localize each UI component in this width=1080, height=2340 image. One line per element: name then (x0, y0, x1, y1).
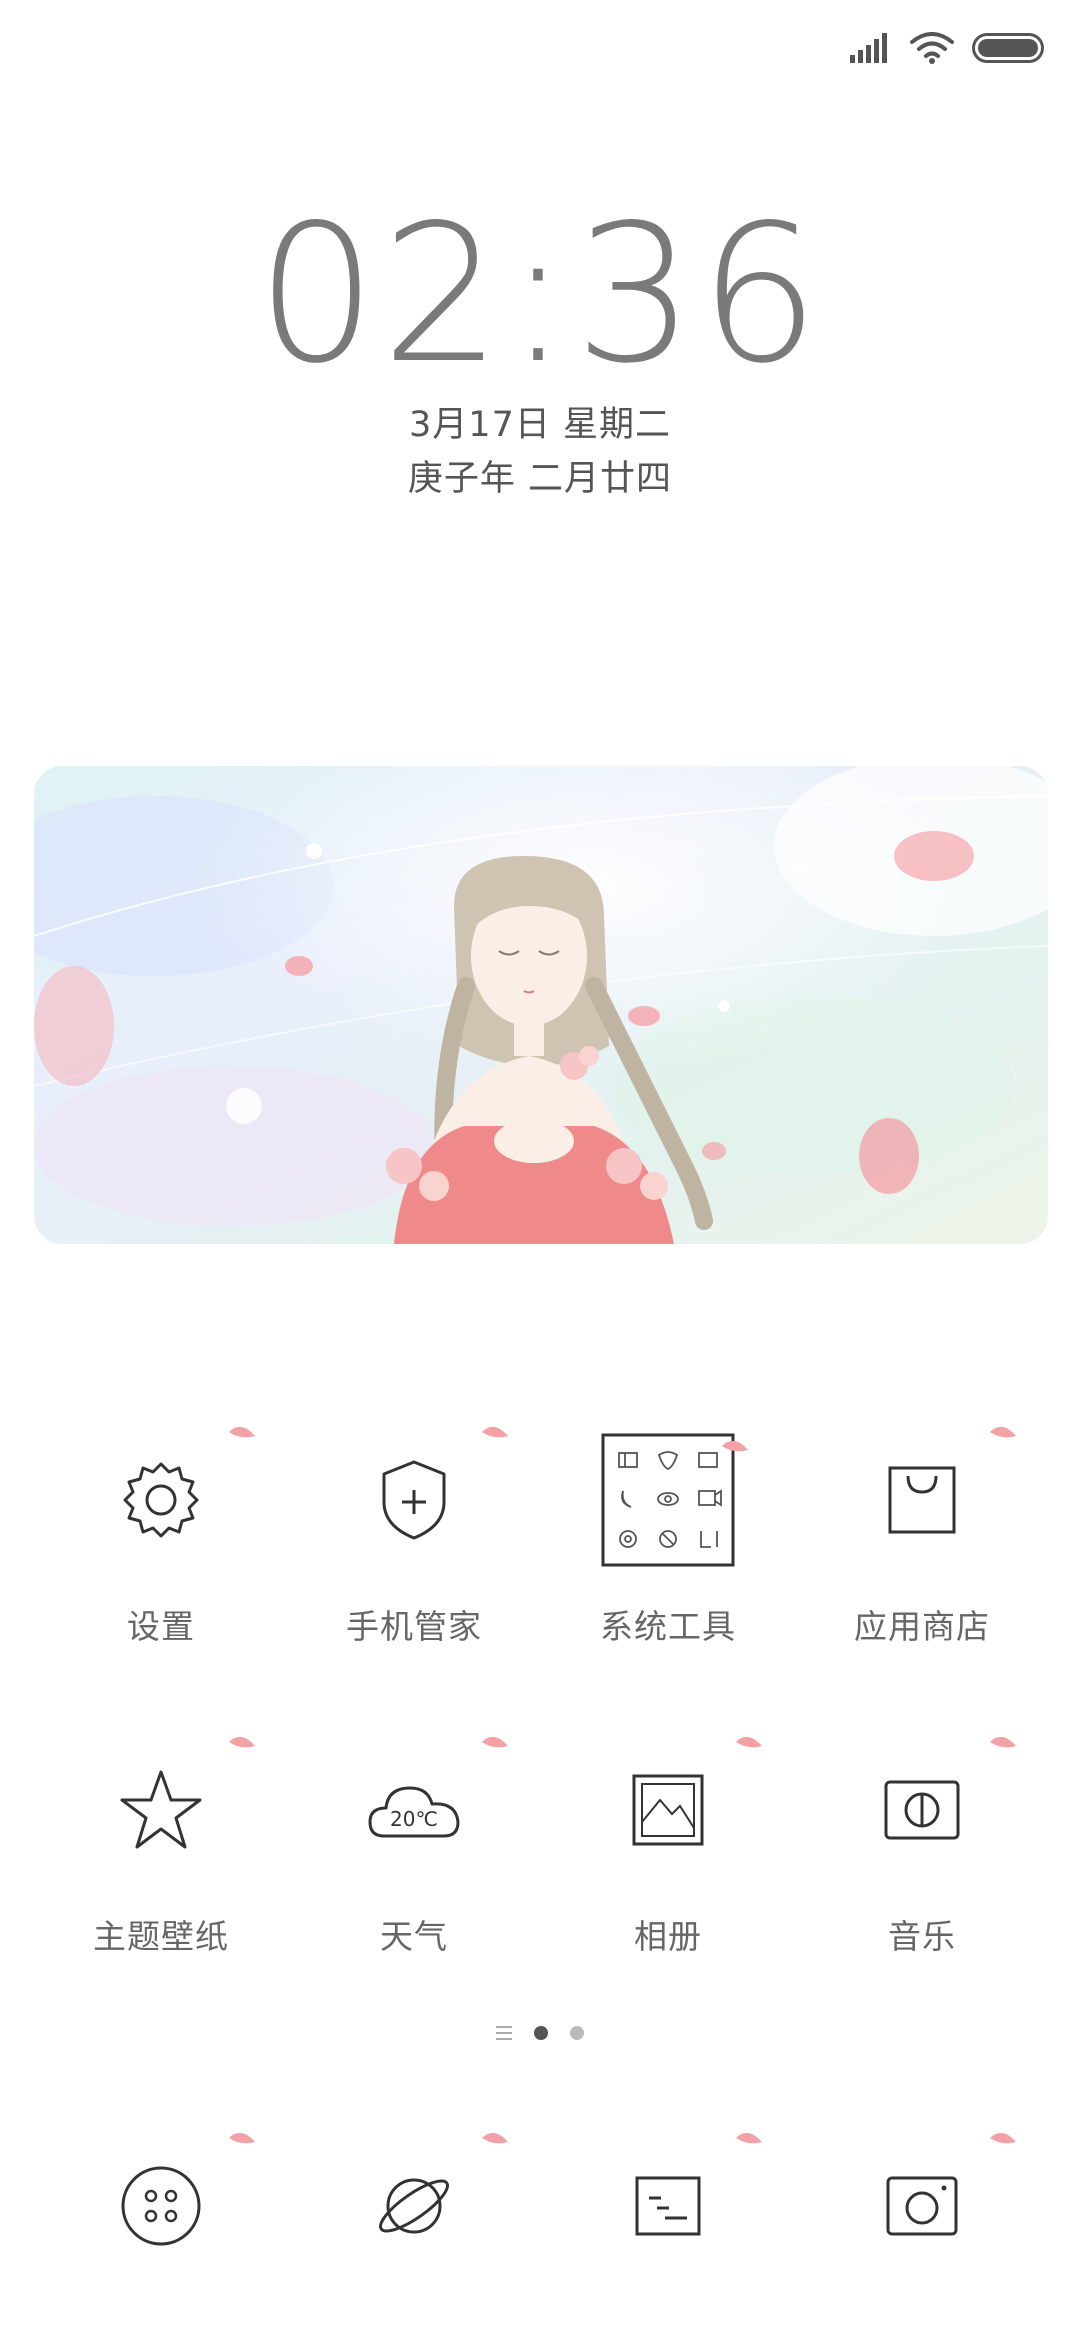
shopping-bag-icon (852, 1430, 992, 1570)
app-label: 主题壁纸 (93, 1917, 229, 1956)
petal-decoration (227, 1424, 257, 1450)
petal-decoration (988, 1734, 1018, 1760)
list-view-indicator[interactable] (496, 2026, 512, 2040)
dots-circle-icon (91, 2136, 231, 2276)
app-themes[interactable]: 主题壁纸 (33, 1736, 289, 1980)
wallpaper-banner[interactable] (34, 766, 1048, 1244)
music-icon (852, 1740, 992, 1880)
page-indicator[interactable] (0, 2026, 1080, 2040)
notes-icon (598, 2136, 738, 2276)
gear-icon (91, 1430, 231, 1570)
app-store[interactable]: 应用商店 (794, 1426, 1050, 1670)
home-screen: 02:36 3月17日 星期二 庚子年 二月廿四 设置 手机管家 系统工具 应用… (0, 0, 1080, 2340)
shield-plus-icon (344, 1430, 484, 1570)
app-label: 设置 (127, 1607, 195, 1646)
wifi-icon (910, 32, 954, 64)
petal-decoration (227, 2130, 257, 2156)
page-dot[interactable] (570, 2026, 584, 2040)
app-label: 系统工具 (600, 1607, 736, 1646)
petal-decoration (734, 1734, 764, 1760)
svg-text:20℃: 20℃ (390, 1807, 438, 1831)
app-music[interactable]: 音乐 (794, 1736, 1050, 1980)
tools-folder-icon (598, 1430, 738, 1570)
app-label: 音乐 (888, 1917, 956, 1956)
app-label: 天气 (380, 1917, 448, 1956)
app-label: 手机管家 (346, 1607, 482, 1646)
dock-app-messages[interactable] (540, 2132, 796, 2340)
app-settings[interactable]: 设置 (33, 1426, 289, 1670)
app-system-tools[interactable]: 系统工具 (540, 1430, 796, 1670)
camera-icon (852, 2136, 992, 2276)
page-dot-active[interactable] (534, 2026, 548, 2040)
app-label: 应用商店 (854, 1607, 990, 1646)
star-icon (91, 1740, 231, 1880)
app-gallery[interactable]: 相册 (540, 1736, 796, 1980)
date-text: 3月17日 星期二 (409, 405, 671, 445)
app-weather[interactable]: 20℃ 天气 (286, 1736, 542, 1980)
cloud-weather-icon: 20℃ (344, 1740, 484, 1880)
petal-decoration (227, 1734, 257, 1760)
lunar-date-text: 庚子年 二月廿四 (407, 459, 673, 499)
dock-app-camera[interactable] (794, 2132, 1050, 2340)
petal-decoration (720, 1438, 750, 1464)
petal-decoration (480, 2130, 510, 2156)
petal-decoration (480, 1424, 510, 1450)
petal-decoration (480, 1734, 510, 1760)
lockscreen-clock: 02:36 (256, 184, 824, 405)
app-label: 相册 (634, 1917, 702, 1956)
app-phone-manager[interactable]: 手机管家 (286, 1426, 542, 1670)
status-bar (850, 24, 1044, 72)
dock-app-phone[interactable] (33, 2132, 289, 2340)
battery-icon (972, 33, 1044, 63)
planet-icon (344, 2136, 484, 2276)
petal-decoration (988, 2130, 1018, 2156)
signal-icon (850, 33, 892, 63)
dock-app-browser[interactable] (286, 2132, 542, 2340)
petal-decoration (988, 1424, 1018, 1450)
photo-icon (598, 1740, 738, 1880)
petal-decoration (734, 2130, 764, 2156)
